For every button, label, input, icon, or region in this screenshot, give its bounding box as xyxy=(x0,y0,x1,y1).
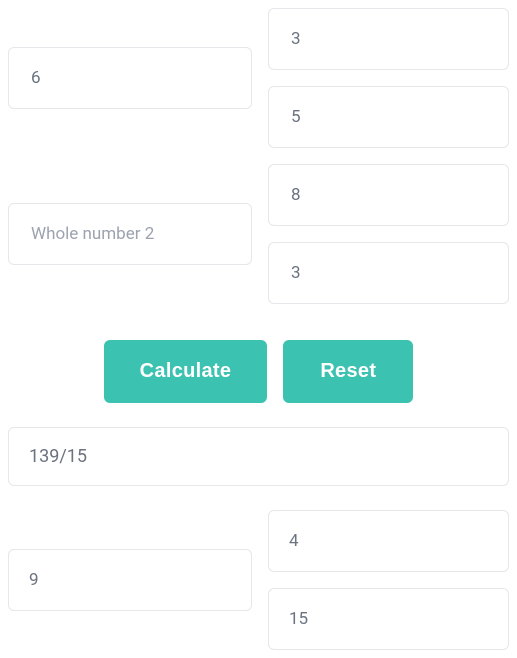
whole-1-col xyxy=(8,8,252,148)
result-denominator-field: 15 xyxy=(268,588,509,650)
result-whole-value: 9 xyxy=(29,570,39,590)
input-row-1 xyxy=(8,8,509,148)
whole-1-input[interactable] xyxy=(29,67,231,89)
fraction-1-col xyxy=(268,8,509,148)
button-row: Calculate Reset xyxy=(8,340,509,403)
result-whole-field: 9 xyxy=(8,549,252,611)
result-numerator-field: 4 xyxy=(268,510,509,572)
denominator-2-input[interactable] xyxy=(289,262,488,284)
reset-button[interactable]: Reset xyxy=(283,340,413,403)
whole-2-input[interactable] xyxy=(29,223,231,245)
whole-2-col xyxy=(8,164,252,304)
numerator-1-field[interactable] xyxy=(268,8,509,70)
result-whole-col: 9 xyxy=(8,510,252,650)
whole-1-field[interactable] xyxy=(8,47,252,109)
denominator-1-input[interactable] xyxy=(289,106,488,128)
input-row-2 xyxy=(8,164,509,304)
numerator-2-input[interactable] xyxy=(289,184,488,206)
numerator-1-input[interactable] xyxy=(289,28,488,50)
result-mixed-row: 9 4 15 xyxy=(8,510,509,650)
result-improper: 139/15 xyxy=(8,427,509,486)
fraction-2-col xyxy=(268,164,509,304)
result-denominator-value: 15 xyxy=(289,609,308,629)
denominator-1-field[interactable] xyxy=(268,86,509,148)
whole-2-field[interactable] xyxy=(8,203,252,265)
calculate-button[interactable]: Calculate xyxy=(104,340,268,403)
result-fraction-col: 4 15 xyxy=(268,510,509,650)
denominator-2-field[interactable] xyxy=(268,242,509,304)
result-numerator-value: 4 xyxy=(289,531,299,551)
numerator-2-field[interactable] xyxy=(268,164,509,226)
